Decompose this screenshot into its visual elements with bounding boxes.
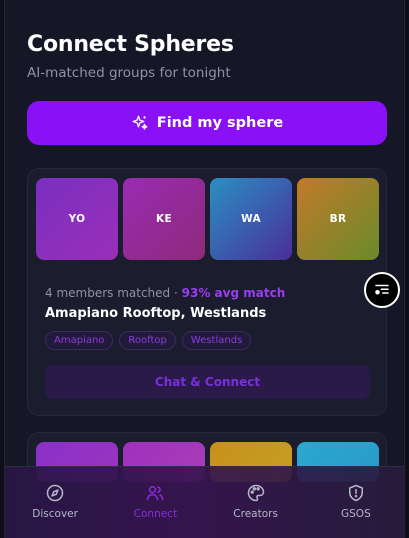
- nav-label: Connect: [133, 508, 178, 520]
- filter-fab-button[interactable]: [364, 272, 400, 308]
- sphere-name: Amapiano Rooftop, Westlands: [45, 306, 267, 321]
- tag-list: Amapiano Rooftop Westlands: [45, 331, 252, 350]
- tag-chip[interactable]: Rooftop: [119, 331, 176, 350]
- nav-item-gsos[interactable]: GSOS: [316, 483, 396, 520]
- nav-item-connect[interactable]: Connect: [115, 483, 195, 520]
- meta-separator: ·: [174, 286, 178, 300]
- nav-label: Creators: [233, 508, 278, 520]
- sphere-card[interactable]: YO KE WA BR 4 members matched · 93% avg …: [27, 168, 387, 416]
- nav-label: GSOS: [341, 508, 371, 520]
- filter-list-icon: [375, 284, 389, 295]
- tag-chip[interactable]: Amapiano: [45, 331, 114, 350]
- nav-item-creators[interactable]: Creators: [216, 483, 296, 520]
- nav-item-discover[interactable]: Discover: [15, 483, 95, 520]
- member-avatar[interactable]: WA: [210, 178, 292, 260]
- page-title: Connect Spheres: [27, 32, 234, 57]
- member-tiles: YO KE WA BR: [36, 178, 379, 260]
- find-my-sphere-button[interactable]: Find my sphere: [27, 101, 387, 145]
- member-avatar[interactable]: BR: [297, 178, 379, 260]
- nav-label: Discover: [32, 508, 78, 520]
- chat-connect-button[interactable]: Chat & Connect: [45, 365, 370, 399]
- palette-icon: [247, 484, 264, 502]
- members-matched-text: 4 members matched: [45, 286, 171, 300]
- avg-match-text: 93% avg match: [181, 286, 286, 300]
- compass-icon: [46, 484, 64, 502]
- sparkles-icon: [132, 115, 148, 130]
- app-screen: Connect Spheres AI-matched groups for to…: [4, 0, 405, 538]
- bottom-nav: Discover Connect Creators GSOS: [5, 466, 404, 538]
- page-header: Connect Spheres AI-matched groups for to…: [27, 32, 234, 81]
- page-subtitle: AI-matched groups for tonight: [27, 65, 231, 81]
- users-icon: [147, 486, 164, 501]
- match-summary: 4 members matched · 93% avg match: [45, 286, 285, 300]
- find-my-sphere-label: Find my sphere: [156, 115, 284, 131]
- member-avatar[interactable]: KE: [123, 178, 205, 260]
- member-avatar[interactable]: YO: [36, 178, 118, 260]
- shield-alert-icon: [348, 484, 363, 502]
- tag-chip[interactable]: Westlands: [181, 331, 252, 350]
